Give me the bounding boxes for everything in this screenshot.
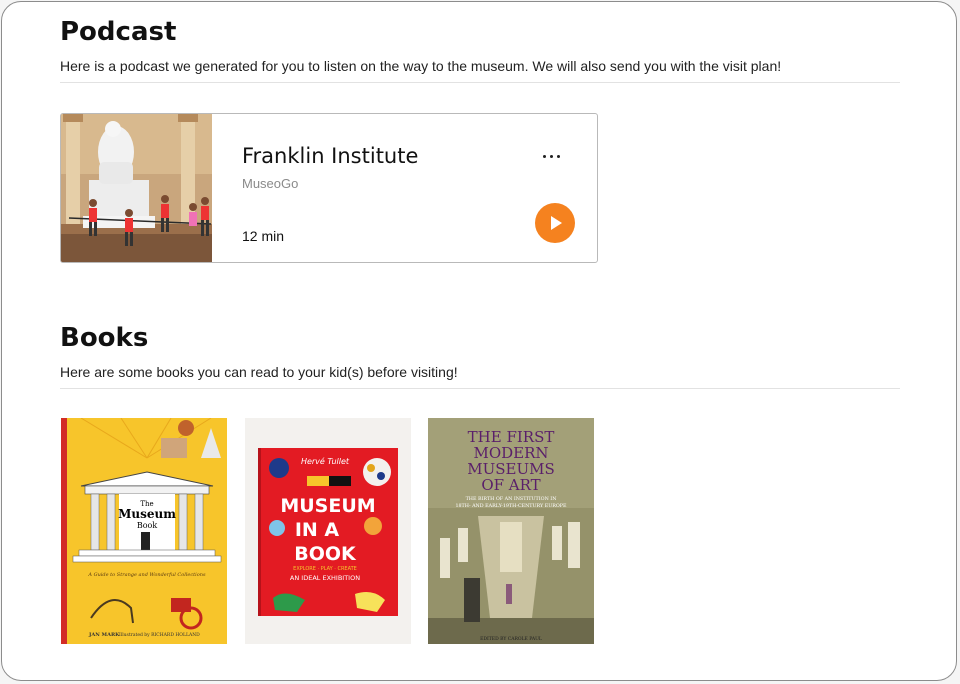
book-3-subtitle-2: 18TH- AND EARLY-19TH-CENTURY EUROPE [455, 503, 567, 509]
book-3-editor: EDITED BY CAROLE PAUL [480, 636, 542, 642]
book-1-subtitle: A Guide to Strange and Wonderful Collect… [87, 572, 206, 578]
books-section-title: Books [60, 323, 149, 353]
podcast-duration: 12 min [242, 228, 285, 244]
books-divider [60, 388, 900, 389]
book-cover-first-modern-museums[interactable]: THE FIRST MODERN MUSEUMS OF ART THE BIRT… [428, 418, 594, 644]
play-button[interactable] [535, 203, 575, 243]
podcast-section-title: Podcast [60, 17, 177, 47]
books-section-description: Here are some books you can read to your… [60, 364, 458, 380]
book-2-tagline: EXPLORE · PLAY · CREATE [293, 566, 357, 572]
book-2-title-1: MUSEUM [280, 495, 375, 517]
play-icon [551, 216, 562, 230]
book-cover-museum-book[interactable]: The Museum Book A Guide to Strange and W… [61, 418, 227, 644]
book-2-subtitle: AN IDEAL EXHIBITION [290, 574, 360, 582]
ellipsis-icon [543, 155, 546, 158]
podcast-divider [60, 82, 900, 83]
podcast-section-description: Here is a podcast we generated for you t… [60, 58, 782, 74]
podcast-title[interactable]: Franklin Institute [242, 144, 418, 168]
podcast-source: MuseoGo [242, 176, 299, 191]
book-1-title-2: Book [137, 521, 158, 530]
book-2-title-3: BOOK [294, 543, 357, 565]
book-cover-museum-in-a-book[interactable]: Hervé Tullet MUSEUM IN A BOOK EXPLORE · … [245, 418, 411, 644]
book-2-title-2: IN A [295, 519, 340, 541]
more-options-button[interactable] [539, 146, 565, 166]
book-3-title-4: OF ART [481, 476, 540, 494]
book-1-title: Museum [118, 507, 176, 521]
book-2-author: Hervé Tullet [301, 456, 350, 466]
podcast-card[interactable]: Franklin Institute MuseoGo 12 min [60, 113, 598, 263]
podcast-thumbnail-image [61, 114, 212, 262]
book-1-author: JAN MARK [88, 632, 120, 638]
book-3-subtitle-1: THE BIRTH OF AN INSTITUTION IN [466, 496, 557, 502]
book-1-illustrator: Illustrated by RICHARD HOLLAND [119, 632, 200, 638]
